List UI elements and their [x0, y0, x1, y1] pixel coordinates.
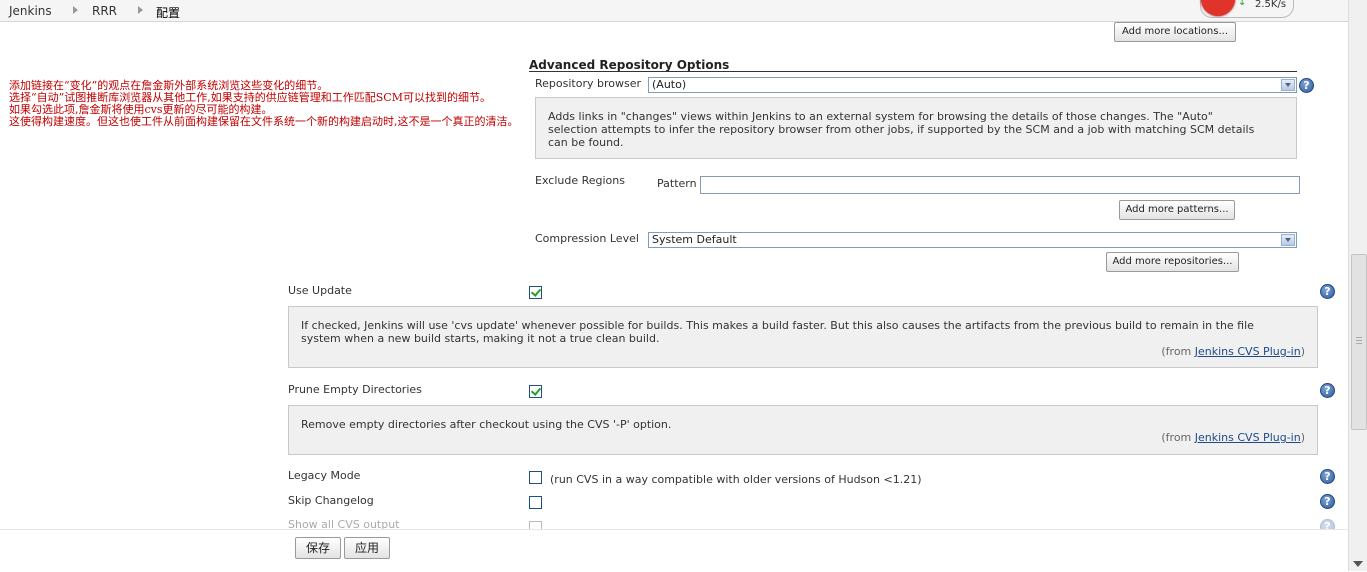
section-divider [529, 71, 1297, 72]
help-text-line: system when a new build starts, making i… [301, 332, 660, 345]
help-icon[interactable]: ? [1320, 469, 1335, 484]
vertical-scrollbar[interactable] [1348, 0, 1367, 571]
help-text-line: If checked, Jenkins will use 'cvs update… [301, 319, 1254, 332]
breadcrumb-job[interactable]: RRR [92, 4, 117, 18]
help-text-line: Adds links in "changes" views within Jen… [548, 110, 1213, 123]
help-text-line: can be found. [548, 136, 624, 149]
plugin-link[interactable]: Jenkins CVS Plug-in [1195, 345, 1301, 358]
plugin-source: (from Jenkins CVS Plug-in) [1161, 345, 1305, 358]
plugin-link[interactable]: Jenkins CVS Plug-in [1195, 431, 1301, 444]
add-more-patterns-button[interactable]: Add more patterns... [1119, 200, 1235, 220]
bottom-button-bar [0, 529, 1348, 572]
plugin-source: (from Jenkins CVS Plug-in) [1161, 431, 1305, 444]
prune-empty-directories-help: Remove empty directories after checkout … [288, 405, 1318, 455]
breadcrumb-separator-icon [73, 6, 78, 14]
add-more-locations-button[interactable]: Add more locations... [1114, 22, 1236, 42]
skip-changelog-label: Skip Changelog [288, 494, 374, 507]
add-more-repositories-button[interactable]: Add more repositories... [1106, 252, 1239, 272]
legacy-mode-checkbox[interactable] [529, 471, 542, 484]
annotation-line-4: 这使得构建速度。但这也使工件从前面构建保留在文件系统一个新的构建启动时,这不是一… [9, 115, 519, 128]
repository-browser-select[interactable]: (Auto) [648, 77, 1297, 93]
use-update-help: If checked, Jenkins will use 'cvs update… [288, 306, 1318, 368]
chevron-down-icon[interactable] [1281, 79, 1295, 91]
pattern-label: Pattern [657, 177, 697, 190]
repository-browser-value: (Auto) [652, 78, 687, 91]
legacy-mode-label: Legacy Mode [288, 469, 361, 482]
show-cvs-output-label: Show all CVS output [288, 518, 400, 529]
download-arrow-icon: ↓ [1238, 0, 1247, 8]
prune-empty-directories-label: Prune Empty Directories [288, 383, 422, 396]
help-icon[interactable]: ? [1299, 78, 1314, 93]
scroll-down-arrow-icon[interactable] [1353, 561, 1363, 567]
show-cvs-output-checkbox[interactable] [529, 521, 542, 529]
breadcrumb: Jenkins RRR 配置 [0, 0, 1348, 22]
clipped-row: Show all CVS output ? [0, 515, 1348, 529]
scrollbar-thumb[interactable] [1351, 254, 1367, 430]
help-icon[interactable]: ? [1320, 519, 1335, 529]
legacy-mode-description: (run CVS in a way compatible with older … [550, 473, 922, 486]
skip-changelog-checkbox[interactable] [529, 496, 542, 509]
help-icon[interactable]: ? [1320, 383, 1335, 398]
compression-level-select[interactable]: System Default [648, 232, 1297, 248]
breadcrumb-jenkins[interactable]: Jenkins [9, 4, 52, 18]
prune-empty-directories-checkbox[interactable] [529, 385, 542, 398]
help-text-line: selection attempts to infer the reposito… [548, 123, 1255, 136]
save-button[interactable]: 保存 [295, 537, 341, 559]
compression-level-value: System Default [652, 233, 737, 246]
pattern-input[interactable] [700, 176, 1300, 194]
repository-browser-help: Adds links in "changes" views within Jen… [535, 97, 1297, 159]
exclude-regions-label: Exclude Regions [535, 174, 625, 187]
help-icon[interactable]: ? [1320, 284, 1335, 299]
apply-button[interactable]: 应用 [344, 537, 390, 559]
compression-level-label: Compression Level [535, 232, 639, 245]
chevron-down-icon[interactable] [1281, 234, 1295, 246]
network-speed: 2.5K/s [1255, 0, 1287, 10]
help-text-line: Remove empty directories after checkout … [301, 418, 672, 431]
repository-browser-label: Repository browser [535, 77, 641, 90]
breadcrumb-configure: 配置 [156, 6, 181, 20]
use-update-checkbox[interactable] [529, 286, 542, 299]
advanced-options-title: Advanced Repository Options [529, 58, 730, 72]
help-icon[interactable]: ? [1320, 494, 1335, 509]
use-update-label: Use Update [288, 284, 352, 297]
breadcrumb-separator-icon [138, 6, 143, 14]
